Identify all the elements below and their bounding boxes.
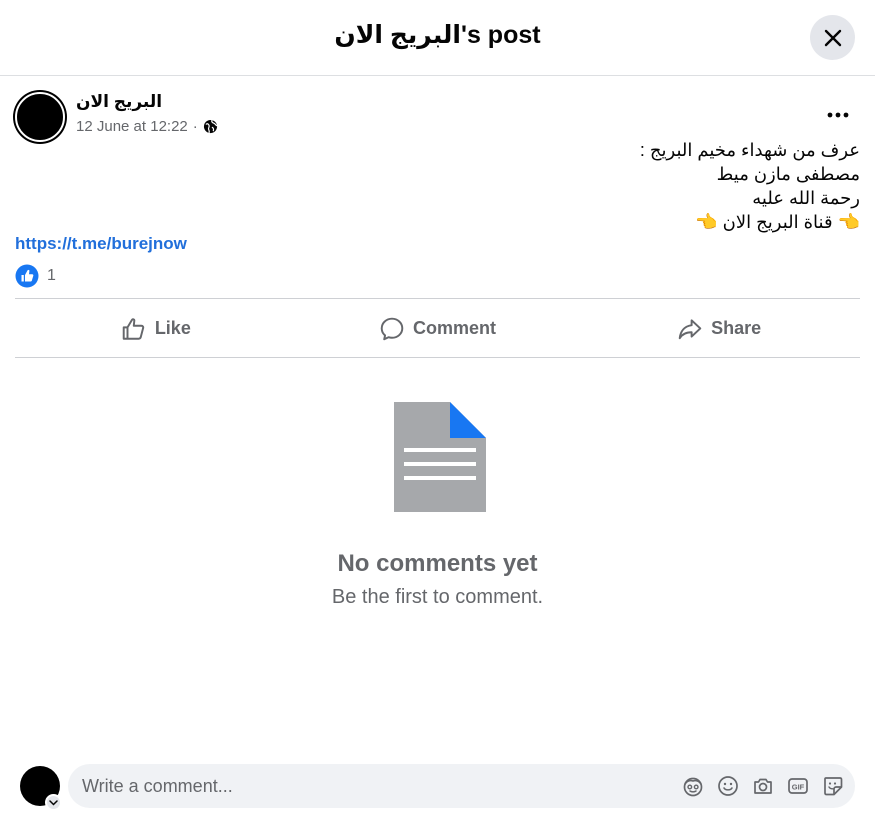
reaction-summary[interactable]: 1 [15,264,56,288]
like-button[interactable]: Like [15,300,297,357]
dialog-header: البريج الان's post [0,0,875,76]
meta-separator: · [192,118,198,135]
gif-icon: GIF [788,778,808,794]
divider [15,298,860,299]
reaction-count: 1 [47,267,56,284]
sticker-icon [824,777,843,796]
like-icon [122,317,144,340]
share-button[interactable]: Share [578,300,860,357]
svg-text:GIF: GIF [792,783,805,792]
document-icon [394,402,486,512]
globe-icon [203,119,217,134]
post-text: عرف من شهداء مخيم البريج : مصطفى مازن مي… [640,138,860,234]
post-text-line: عرف من شهداء مخيم البريج : [639,140,860,160]
empty-comments-subtitle: Be the first to comment. [331,586,544,608]
sticker-button[interactable] [821,773,845,799]
gif-button[interactable]: GIF [786,773,810,799]
chevron-down-icon [49,799,58,806]
post-action-bar: Like Comment Share [15,300,860,357]
post-meta: 12 June at 12:22 · [76,118,218,135]
emoji-icon [718,776,738,796]
empty-comments-title: No comments yet [337,550,538,577]
avatar-sticker-button[interactable] [681,773,705,799]
post-text-line: رحمة الله عليه [752,188,860,208]
composer-toolbar: GIF [681,773,845,799]
post-timestamp[interactable]: 12 June at 12:22 [76,118,188,135]
camera-icon [754,778,772,794]
like-reaction-icon [15,264,39,288]
like-label: Like [154,318,191,338]
post-options-button[interactable] [822,103,854,127]
comment-label: Comment [413,318,497,338]
emoji-button[interactable] [716,773,740,799]
post-text-line: 👈 قناة البريج الان 👈 [695,212,860,232]
divider [15,357,860,358]
author-avatar[interactable] [15,92,65,142]
avatar-sticker-icon [683,777,703,797]
close-icon [824,29,841,46]
profile-switch-button[interactable] [45,794,62,811]
comment-input[interactable] [82,764,662,808]
post-link[interactable]: https://t.me/burejnow [15,234,187,254]
author-name[interactable]: البريج الان [76,92,162,112]
post-text-line: مصطفى مازن ميط [716,164,860,184]
share-label: Share [711,318,762,338]
comment-button[interactable]: Comment [297,300,579,357]
comment-composer: GIF [68,764,855,808]
camera-button[interactable] [751,773,775,799]
dialog-title: البريج الان's post [334,21,541,49]
comment-icon [380,317,404,340]
close-button[interactable] [810,15,855,60]
more-icon [827,112,849,118]
share-icon [678,318,702,339]
